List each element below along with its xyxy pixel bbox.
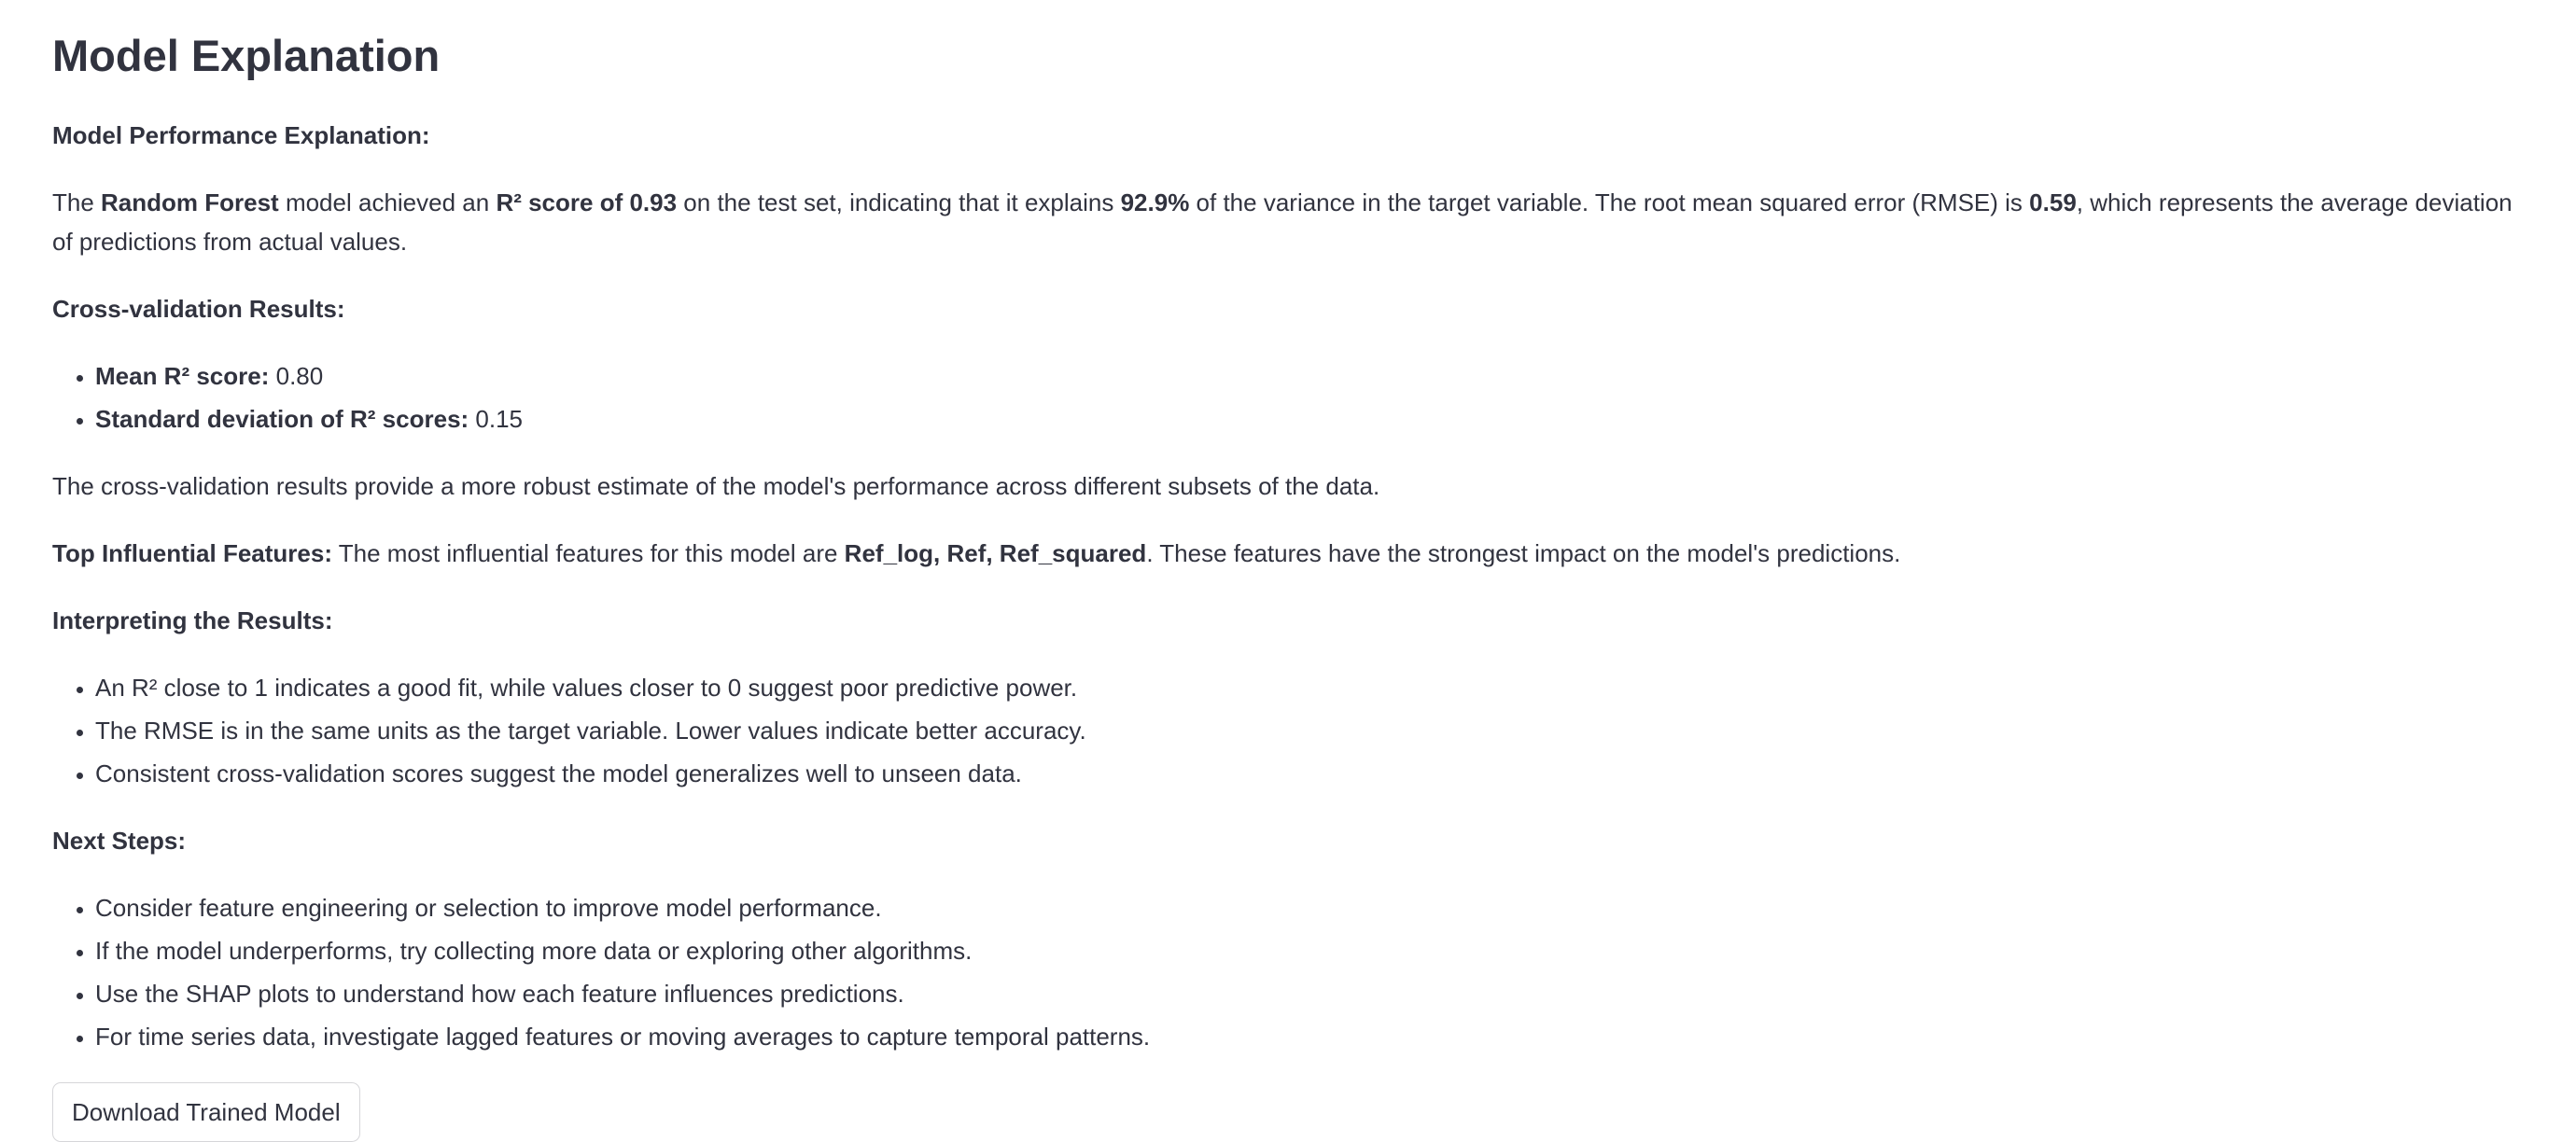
cross-validation-list: Mean R² score: 0.80 Standard deviation o… [52,356,2524,439]
cross-validation-heading: Cross-validation Results: [52,295,345,323]
list-item: If the model underperforms, try collecti… [95,931,2524,970]
performance-heading: Model Performance Explanation: [52,121,430,149]
list-item: An R² close to 1 indicates a good fit, w… [95,668,2524,707]
list-item: Mean R² score: 0.80 [95,356,2524,396]
list-item: Standard deviation of R² scores: 0.15 [95,399,2524,439]
interpreting-heading: Interpreting the Results: [52,606,333,634]
r2-score: R² score of 0.93 [496,188,678,216]
list-item: Consider feature engineering or selectio… [95,888,2524,927]
top-features-paragraph: Top Influential Features: The most influ… [52,539,1901,567]
interpreting-list: An R² close to 1 indicates a good fit, w… [52,668,2524,793]
next-steps-heading: Next Steps: [52,827,187,855]
download-model-button[interactable]: Download Trained Model [52,1082,360,1142]
list-item: Use the SHAP plots to understand how eac… [95,974,2524,1013]
feature-list: Ref_log, Ref, Ref_squared [844,539,1147,567]
next-steps-list: Consider feature engineering or selectio… [52,888,2524,1056]
variance-percent: 92.9% [1120,188,1190,216]
main-content: Model Explanation Model Performance Expl… [0,0,2576,1142]
page-title: Model Explanation [52,31,441,80]
list-item: Consistent cross-validation scores sugge… [95,754,2524,793]
list-item: The RMSE is in the same units as the tar… [95,711,2524,750]
model-name: Random Forest [101,188,279,216]
cross-validation-note: The cross-validation results provide a m… [52,472,1380,500]
rmse-value: 0.59 [2029,188,2077,216]
list-item: For time series data, investigate lagged… [95,1017,2524,1056]
performance-paragraph: The Random Forest model achieved an R² s… [52,188,2513,256]
